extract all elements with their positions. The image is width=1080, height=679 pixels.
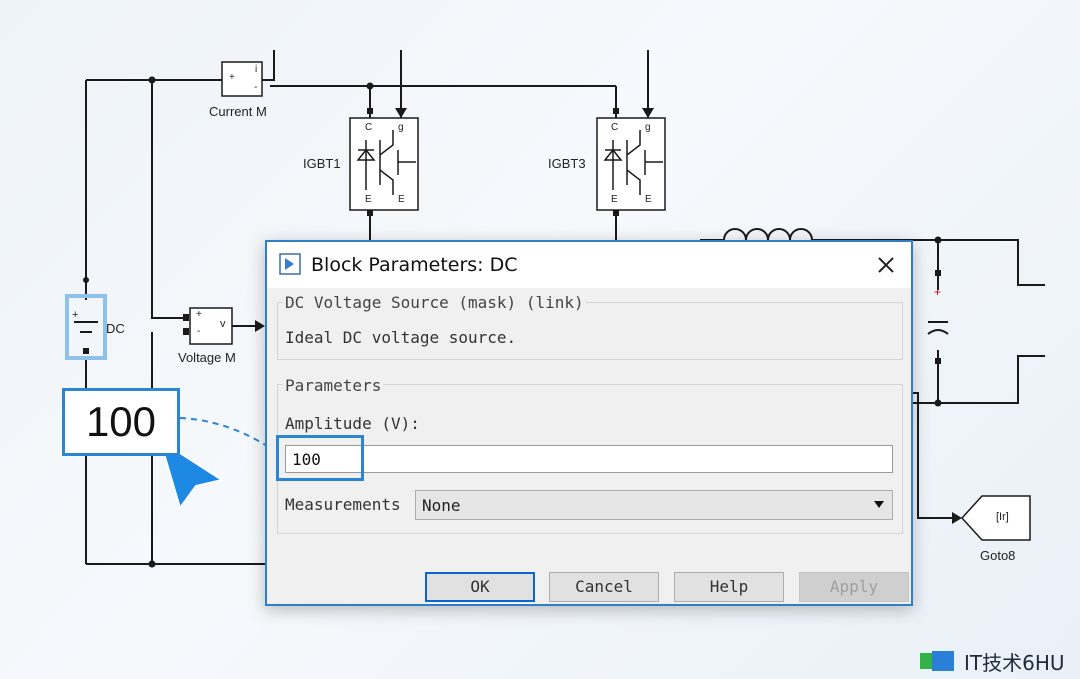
goto8-label: Goto8 — [980, 548, 1016, 563]
ok-button[interactable]: OK — [425, 572, 535, 602]
dialog-title: Block Parameters: DC — [311, 254, 518, 276]
igbt3-g-pin: g — [645, 122, 651, 133]
amplitude-callout: 100 — [62, 388, 180, 456]
current-m-minus-pin: - — [254, 82, 258, 93]
svg-text:+: + — [934, 285, 941, 299]
igbt1-c-pin: C — [365, 122, 373, 133]
block-type-title: DC Voltage Source (mask) (link) — [283, 293, 586, 312]
goto-tag-label: [Ir] — [996, 511, 1009, 523]
measurements-label: Measurements — [285, 495, 401, 514]
current-m-plus-pin: + — [229, 72, 235, 83]
help-button[interactable]: Help — [674, 572, 784, 602]
chevron-down-icon — [874, 501, 884, 508]
block-parameters-dialog: Block Parameters: DC DC Voltage Source (… — [265, 240, 913, 606]
dialog-titlebar[interactable]: Block Parameters: DC — [267, 242, 911, 288]
voltage-m-minus-pin: - — [197, 326, 201, 337]
igbt3-block — [596, 117, 666, 211]
voltage-m-label: Voltage M — [178, 350, 236, 365]
measurements-select[interactable]: None — [415, 490, 893, 520]
dc-label: DC — [106, 321, 125, 336]
igbt1-e-pin: E — [365, 194, 372, 205]
igbt1-block — [349, 117, 419, 211]
measurements-value: None — [422, 496, 461, 515]
amplitude-highlight — [276, 435, 364, 481]
parameters-title: Parameters — [283, 376, 384, 395]
simulink-block-icon — [279, 253, 301, 275]
dc-plus-pin: + — [72, 309, 79, 321]
igbt1-e-out-pin: E — [398, 194, 405, 205]
igbt3-label: IGBT3 — [548, 156, 586, 171]
apply-button[interactable]: Apply — [799, 572, 909, 602]
voltage-m-plus-pin: + — [196, 309, 202, 320]
amplitude-input[interactable]: 100 — [285, 445, 893, 473]
watermark: IT技术6HU — [918, 648, 1065, 675]
amplitude-label: Amplitude (V): — [285, 414, 420, 433]
igbt1-g-pin: g — [398, 122, 404, 133]
watermark-text: IT技术6HU — [964, 650, 1065, 675]
voltage-m-v-pin: v — [220, 318, 226, 330]
watermark-logo-icon — [920, 651, 954, 671]
igbt3-e-pin: E — [611, 194, 618, 205]
current-m-label: Current M — [209, 104, 267, 119]
igbt3-c-pin: C — [611, 122, 619, 133]
current-m-i-pin: i — [255, 64, 258, 75]
close-icon[interactable] — [871, 250, 901, 280]
block-description: Ideal DC voltage source. — [285, 328, 517, 347]
cancel-button[interactable]: Cancel — [549, 572, 659, 602]
igbt3-e-out-pin: E — [645, 194, 652, 205]
igbt1-label: IGBT1 — [303, 156, 341, 171]
